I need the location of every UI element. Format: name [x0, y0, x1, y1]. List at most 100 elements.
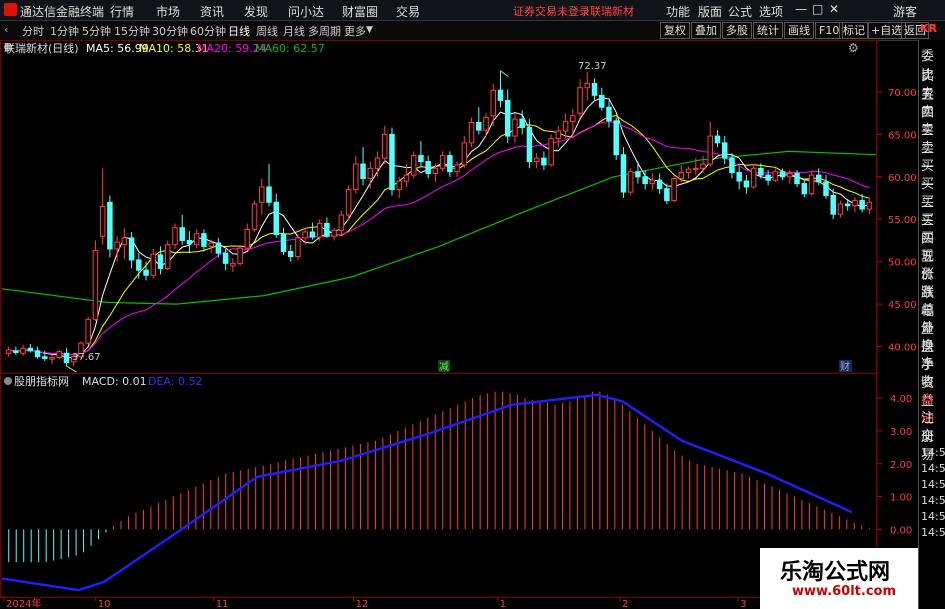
candle-body	[5, 349, 12, 354]
tab-1min[interactable]: 1分钟	[50, 23, 79, 39]
candle-body	[584, 82, 591, 89]
tab-fenshi[interactable]: 分时	[22, 23, 44, 39]
menu-jiaoyi[interactable]: 交易	[396, 3, 420, 20]
candle-body	[671, 178, 677, 202]
main-legend: 联瑞新材(日线) MA5: 56.99 MA10: 58.31 MA20: 59…	[4, 41, 859, 55]
candle-body	[63, 352, 70, 364]
candle-body	[483, 116, 489, 131]
high-pointer	[500, 70, 509, 78]
menu-banmian[interactable]: 版面	[698, 3, 722, 20]
login-warning[interactable]: 证券交易未登录	[513, 3, 590, 19]
candle-body	[425, 161, 431, 174]
more-dropdown-icon[interactable]: ▼	[366, 25, 373, 35]
candle-body	[237, 247, 243, 264]
candle-body	[787, 172, 793, 178]
tab-daily[interactable]: 日线	[228, 23, 250, 39]
stats-button[interactable]: 统计	[753, 22, 783, 39]
candle-body	[613, 120, 619, 156]
prev-arrow-icon[interactable]: ‹	[4, 23, 8, 36]
candle-body	[606, 106, 612, 122]
ma5-line	[8, 97, 870, 358]
menu-caifuquan[interactable]: 财富圈	[342, 3, 378, 20]
price-tick-label: 65.00	[888, 130, 917, 141]
menu-faxian[interactable]: 发现	[244, 3, 268, 20]
close-icon[interactable]: ✕	[829, 2, 839, 16]
watermark-title: 乐淘公式网	[780, 560, 891, 585]
tick-time-4: 14:56	[921, 494, 945, 507]
macd-axis: 0.00 1.00 2.00 3.00 4.00	[877, 394, 912, 536]
multi-stock-button[interactable]: 多股	[722, 22, 752, 39]
candle-body	[743, 180, 750, 188]
candle-body	[165, 244, 171, 269]
maximize-icon[interactable]: □	[812, 2, 823, 16]
candle-body	[157, 254, 164, 269]
chart-area[interactable]: 40.00 45.00 50.00 55.00 60.00 65.00 70.00 0.00…	[0, 40, 918, 609]
minimize-icon[interactable]: —	[795, 2, 807, 16]
overlay-button[interactable]: 叠加	[691, 22, 721, 39]
date-tick-label: 2	[622, 599, 628, 609]
candle-body	[548, 138, 554, 166]
candle-body	[280, 234, 287, 252]
candle-body	[114, 241, 120, 250]
candle-body	[367, 167, 374, 180]
tab-weekly[interactable]: 周线	[256, 23, 278, 39]
tab-multi-period[interactable]: 多周期	[308, 23, 341, 39]
candle-body	[331, 229, 337, 237]
candle-body	[656, 179, 663, 190]
tab-more[interactable]: 更多	[344, 23, 366, 39]
date-tick-label: 3	[740, 599, 746, 609]
candle-body	[504, 99, 511, 137]
app-logo-icon	[4, 3, 17, 16]
tab-15min[interactable]: 15分钟	[114, 23, 150, 39]
watermark-box: 乐淘公式网 www.60lt.com	[760, 548, 918, 609]
settings-gear-icon[interactable]: ⚙	[848, 41, 859, 55]
candle-body	[396, 180, 402, 191]
candle-body	[512, 118, 518, 137]
menu-gongshi[interactable]: 公式	[728, 3, 752, 20]
candle-body	[295, 237, 301, 258]
macd-tick-label: 4.00	[890, 394, 912, 405]
stock-name-link[interactable]: 联瑞新材	[590, 3, 634, 19]
ma-lines-layer	[8, 70, 870, 373]
fuquan-button[interactable]: 复权	[660, 22, 690, 39]
mark-button[interactable]: 标记	[839, 22, 869, 39]
candle-body	[186, 239, 193, 245]
candle-body	[461, 142, 468, 166]
tab-60min[interactable]: 60分钟	[190, 23, 226, 39]
tab-5min[interactable]: 5分钟	[82, 23, 111, 39]
date-axis: 2024年 10 11 12 1 2 3	[3, 597, 747, 609]
candle-body	[353, 163, 359, 191]
candle-body	[85, 318, 91, 344]
candle-body	[779, 171, 786, 178]
low-pointer	[66, 365, 77, 373]
period-toolbar: ‹ 分时 1分钟 5分钟 15分钟 30分钟 60分钟 日线 周线 月线 多周期…	[0, 21, 945, 41]
quote-panel: KR 委比 卖五 卖四 卖三 卖二 卖一 买一 买二 买三 买四 买五 现价 涨…	[918, 22, 945, 609]
candle-body	[316, 222, 323, 238]
tab-30min[interactable]: 30分钟	[152, 23, 188, 39]
candle-body	[172, 227, 178, 246]
candle-body	[591, 82, 598, 96]
tab-monthly[interactable]: 月线	[283, 23, 305, 39]
ma10-line	[8, 115, 870, 356]
menu-xuanxiang[interactable]: 选项	[759, 3, 783, 20]
menu-hangqing[interactable]: 行情	[110, 3, 134, 20]
menu-wenxiaoda[interactable]: 问小达	[288, 3, 324, 20]
draw-line-button[interactable]: 画线	[784, 22, 814, 39]
candle-body	[42, 356, 48, 359]
price-tick-label: 45.00	[888, 300, 917, 311]
menu-bar: 通达信金融终端 行情 市场 资讯 发现 问小达 财富圈 交易 证券交易未登录 联…	[0, 0, 945, 21]
menu-zixun[interactable]: 资讯	[200, 3, 224, 20]
event-marker-1-label: 减	[439, 361, 449, 373]
menu-shichang[interactable]: 市场	[156, 3, 180, 20]
sub-legend-toggle-icon[interactable]	[4, 377, 12, 385]
user-guest[interactable]: 游客	[893, 3, 917, 20]
candle-body	[309, 231, 316, 238]
sub-macd-value: MACD: 0.01	[82, 375, 147, 388]
candle-body	[222, 252, 229, 264]
date-tick-label: 10	[98, 599, 111, 609]
candle-body	[382, 133, 388, 159]
price-markers: 72.37 37.67 减 财	[72, 61, 852, 373]
candle-body	[497, 89, 504, 101]
panel-code[interactable]: KR	[920, 22, 937, 35]
menu-gongneng[interactable]: 功能	[666, 3, 690, 20]
